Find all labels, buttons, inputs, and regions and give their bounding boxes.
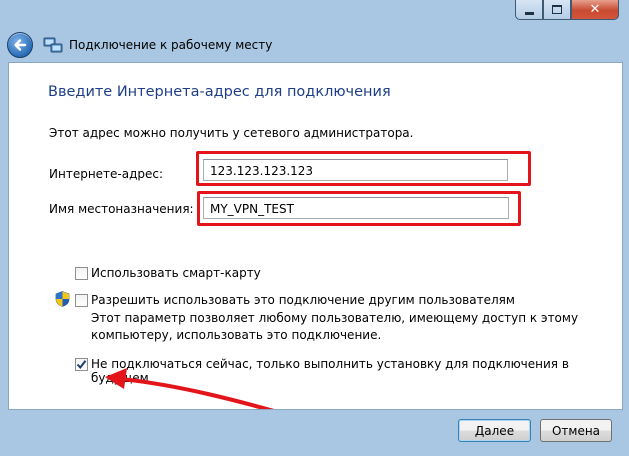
address-label: Интернете-адрес: — [49, 167, 164, 181]
close-button[interactable]: ✕ — [571, 0, 619, 20]
back-arrow-icon — [14, 39, 27, 51]
window-title: Подключение к рабочему месту — [69, 38, 273, 52]
share-label: Разрешить использовать это подключение д… — [91, 293, 515, 307]
wizard-nav: Подключение к рабочему месту — [7, 31, 272, 59]
share-desc-line1: Этот параметр позволяет любому пользоват… — [91, 311, 579, 325]
dont-connect-checkbox[interactable] — [75, 358, 88, 371]
share-checkbox[interactable] — [75, 294, 88, 307]
page-heading: Введите Интернета-адрес для подключения — [48, 84, 391, 100]
back-button[interactable] — [7, 32, 33, 58]
maximize-icon — [552, 5, 562, 14]
destination-label: Имя местоназначения: — [49, 202, 194, 216]
minimize-button[interactable] — [515, 0, 543, 20]
destination-input[interactable]: MY_VPN_TEST — [203, 197, 509, 219]
next-button[interactable]: Далее — [458, 419, 531, 442]
hint-text: Этот адрес можно получить у сетевого адм… — [49, 126, 414, 140]
maximize-button[interactable] — [543, 0, 571, 20]
network-connection-icon — [43, 37, 63, 53]
wizard-content: Введите Интернета-адрес для подключения … — [8, 62, 623, 410]
checkmark-icon — [76, 360, 87, 370]
smartcard-label: Использовать смарт-карту — [91, 266, 261, 280]
cancel-button[interactable]: Отмена — [540, 419, 612, 442]
address-input[interactable]: 123.123.123.123 — [203, 159, 508, 181]
uac-shield-icon — [55, 291, 70, 307]
caption-buttons: ✕ — [515, 0, 619, 20]
close-icon: ✕ — [589, 2, 601, 17]
smartcard-checkbox[interactable] — [75, 267, 88, 280]
minimize-icon — [524, 11, 534, 15]
share-desc-line2: компьютеру, использовать это подключение… — [91, 328, 382, 342]
dont-connect-label: Не подключаться сейчас, только выполнить… — [91, 357, 569, 385]
title-bar: ✕ — [0, 0, 629, 30]
wizard-window: ✕ Подключение к рабочему месту Введите И… — [0, 0, 629, 456]
